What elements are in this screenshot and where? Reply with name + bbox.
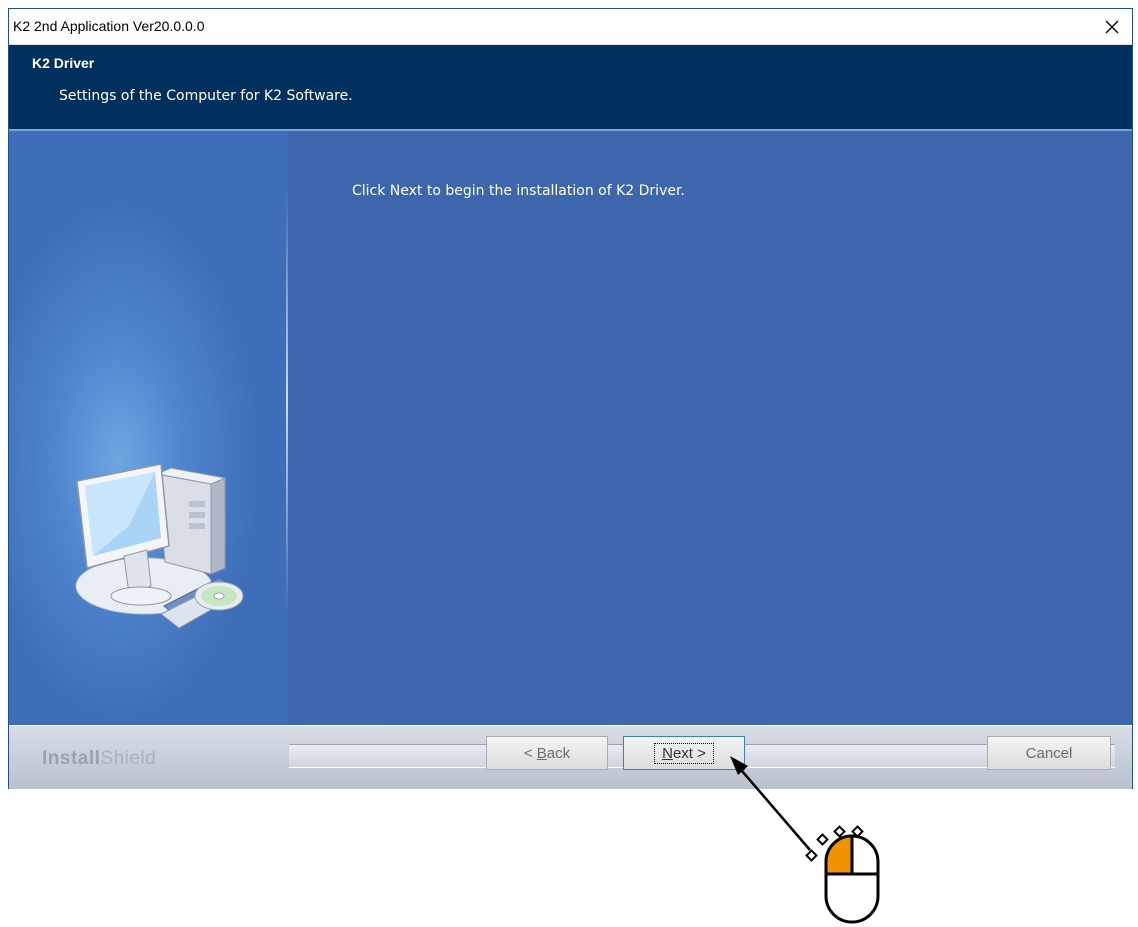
installshield-logo: InstallShield	[42, 748, 156, 770]
back-button[interactable]: < Back	[486, 736, 608, 770]
back-label-rest: ack	[546, 744, 571, 762]
pointer-arrow-icon	[730, 756, 811, 851]
logo-text-bold: Install	[42, 748, 101, 769]
installer-window: K2 2nd Application Ver20.0.0.0 K2 Driver…	[8, 8, 1133, 789]
wizard-footer: InstallShield < Back Next > Cancel	[9, 725, 1132, 789]
cancel-label: Cancel	[1025, 744, 1073, 762]
wizard-content: Click Next to begin the installation of …	[288, 131, 1132, 725]
window-title: K2 2nd Application Ver20.0.0.0	[13, 18, 205, 34]
close-icon	[1105, 20, 1119, 34]
instruction-text: Click Next to begin the installation of …	[352, 183, 685, 199]
header-subtitle: Settings of the Computer for K2 Software…	[59, 88, 353, 104]
header-title: K2 Driver	[32, 55, 95, 71]
wizard-side-panel	[9, 131, 288, 725]
click-hint-overlay	[730, 756, 880, 924]
computer-cd-icon	[75, 463, 244, 629]
close-button[interactable]	[1092, 9, 1132, 45]
next-accelerator: N	[662, 744, 673, 762]
mouse-left-click-icon	[805, 825, 880, 924]
logo-text-light: Shield	[100, 748, 157, 769]
cancel-button[interactable]: Cancel	[987, 736, 1111, 770]
back-prefix: <	[523, 744, 537, 762]
title-bar: K2 2nd Application Ver20.0.0.0	[9, 9, 1132, 45]
back-accelerator: B	[536, 744, 547, 762]
wizard-header: K2 Driver Settings of the Computer for K…	[9, 45, 1132, 131]
